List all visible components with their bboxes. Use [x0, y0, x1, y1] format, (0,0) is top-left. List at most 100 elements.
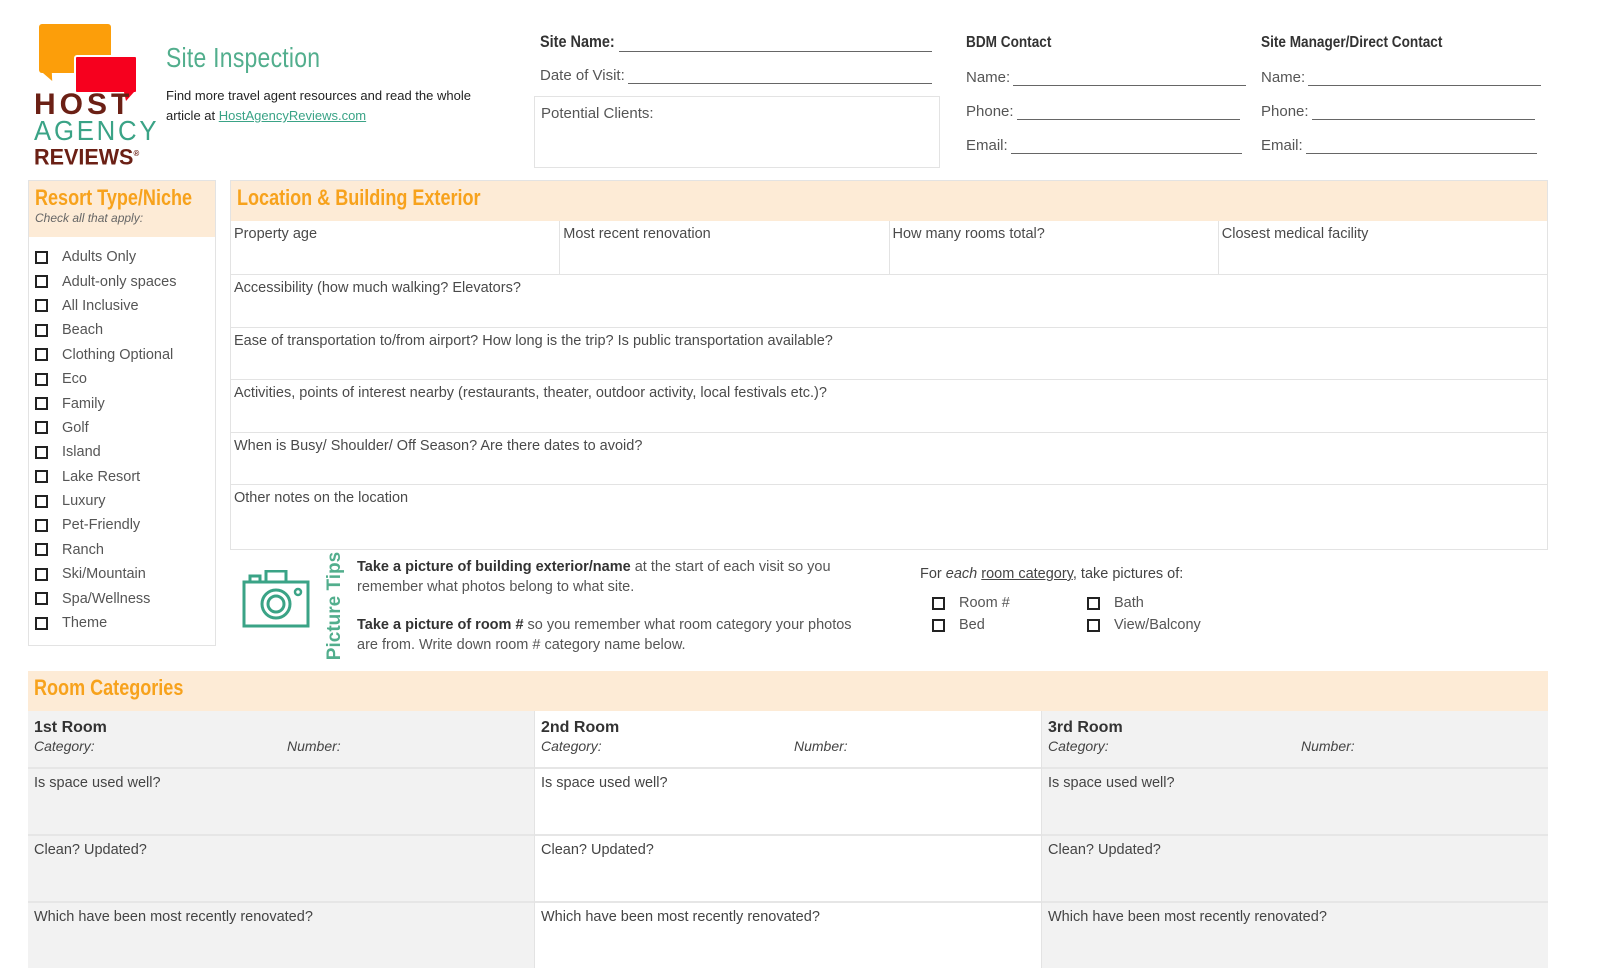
checkbox[interactable]: [35, 592, 48, 606]
resort-option[interactable]: All Inclusive: [35, 294, 215, 318]
resort-option-label: Ranch: [62, 541, 104, 558]
room-question[interactable]: Clean? Updated?: [1042, 834, 1548, 901]
date-of-visit-field[interactable]: Date of Visit:: [540, 67, 932, 84]
resort-option-label: Island: [62, 444, 101, 461]
property-age-cell[interactable]: Property age: [231, 221, 561, 274]
site-manager-contact-title: Site Manager/Direct Contact: [1261, 34, 1443, 51]
checkbox[interactable]: [35, 445, 48, 459]
resort-option[interactable]: Adults Only: [35, 245, 215, 269]
checkbox[interactable]: [35, 250, 48, 264]
resort-option[interactable]: Golf: [35, 416, 215, 440]
resort-option-label: Family: [62, 395, 105, 412]
resort-option[interactable]: Ski/Mountain: [35, 562, 215, 586]
checkbox[interactable]: [35, 421, 48, 435]
room-column: 1st Room Category: Number: Is space used we…: [28, 711, 534, 968]
page-title: Site Inspection: [166, 42, 321, 73]
potential-clients-box[interactable]: Potential Clients:: [534, 96, 940, 168]
number-label: Number:: [287, 738, 341, 754]
bdm-email-field[interactable]: Email:: [966, 137, 1242, 154]
checkbox[interactable]: [35, 275, 48, 289]
resort-option[interactable]: Theme: [35, 611, 215, 635]
bdm-phone-field[interactable]: Phone:: [966, 103, 1240, 120]
room-column: 3rd Room Category: Number: Is space used we…: [1041, 711, 1548, 968]
checkbox[interactable]: [1087, 596, 1100, 610]
checkbox[interactable]: [1087, 618, 1100, 632]
manager-phone-field[interactable]: Phone:: [1261, 103, 1535, 120]
resort-option[interactable]: Clothing Optional: [35, 343, 215, 367]
resort-option-label: Pet-Friendly: [62, 517, 141, 534]
resort-option-label: Clothing Optional: [62, 346, 174, 363]
recent-renovation-cell[interactable]: Most recent renovation: [560, 221, 890, 274]
resort-option[interactable]: Spa/Wellness: [35, 586, 215, 610]
activities-row[interactable]: Activities, points of interest nearby (r…: [231, 379, 1547, 432]
other-notes-row[interactable]: Other notes on the location: [231, 484, 1547, 548]
accessibility-row[interactable]: Accessibility (how much walking? Elevato…: [231, 274, 1547, 327]
checkbox[interactable]: [932, 618, 945, 632]
checkbox[interactable]: [35, 348, 48, 362]
resort-option[interactable]: Island: [35, 440, 215, 464]
room-question[interactable]: Clean? Updated?: [28, 834, 534, 901]
manager-phone-line[interactable]: [1311, 107, 1535, 120]
rooms-total-cell[interactable]: How many rooms total?: [890, 221, 1219, 274]
checkbox[interactable]: [932, 596, 945, 610]
date-of-visit-line[interactable]: [627, 71, 932, 84]
bdm-name-field[interactable]: Name:: [966, 69, 1246, 86]
picture-option[interactable]: View/Balcony: [1087, 616, 1237, 634]
resort-option-label: Adults Only: [62, 249, 137, 266]
checkbox[interactable]: [35, 518, 48, 532]
resort-option[interactable]: Lake Resort: [35, 465, 215, 489]
checkbox[interactable]: [35, 494, 48, 508]
picture-option[interactable]: Bath: [1087, 594, 1237, 612]
room-header[interactable]: 3rd Room Category: Number:: [1042, 711, 1548, 767]
resort-option[interactable]: Luxury: [35, 489, 215, 513]
room-question[interactable]: Is space used well?: [1042, 767, 1548, 834]
site-name-label: Site Name:: [540, 32, 615, 51]
season-row[interactable]: When is Busy/ Shoulder/ Off Season? Are …: [231, 431, 1547, 485]
room-header[interactable]: 2nd Room Category: Number:: [535, 711, 1041, 767]
checkbox[interactable]: [35, 470, 48, 484]
room-question[interactable]: Which have been most recently renovated?: [535, 901, 1041, 968]
room-question[interactable]: Is space used well?: [28, 767, 534, 834]
picture-option[interactable]: Room #: [932, 594, 1087, 612]
tip-room-number: Take a picture of room # so you remember…: [357, 615, 867, 655]
manager-email-field[interactable]: Email:: [1261, 137, 1537, 154]
manager-name-line[interactable]: [1308, 73, 1541, 86]
resort-option[interactable]: Adult-only spaces: [35, 269, 215, 293]
host-agency-reviews-link[interactable]: HostAgencyReviews.com: [219, 108, 366, 123]
checkbox[interactable]: [35, 397, 48, 411]
resort-option[interactable]: Eco: [35, 367, 215, 391]
subtitle: Find more travel agent resources and rea…: [166, 86, 486, 126]
checkbox[interactable]: [35, 323, 48, 337]
resort-option[interactable]: Ranch: [35, 538, 215, 562]
bdm-email-line[interactable]: [1010, 141, 1242, 154]
checkbox[interactable]: [35, 616, 48, 630]
site-name-line[interactable]: [618, 39, 932, 52]
resort-option[interactable]: Family: [35, 391, 215, 415]
medical-facility-cell[interactable]: Closest medical facility: [1219, 221, 1547, 274]
room-picture-checklist: For each room category, take pictures of…: [920, 566, 1237, 634]
resort-option[interactable]: Pet-Friendly: [35, 513, 215, 537]
category-label: Category:: [541, 738, 602, 754]
tip2-bold: Take a picture of room #: [357, 617, 524, 633]
room-question[interactable]: Clean? Updated?: [535, 834, 1041, 901]
checkbox[interactable]: [35, 567, 48, 581]
manager-email-line[interactable]: [1305, 141, 1537, 154]
bdm-name-line[interactable]: [1013, 73, 1246, 86]
bdm-phone-line[interactable]: [1016, 107, 1240, 120]
resort-option[interactable]: Beach: [35, 318, 215, 342]
site-name-field[interactable]: Site Name:: [540, 32, 932, 52]
resort-option-label: All Inclusive: [62, 297, 139, 314]
checkbox[interactable]: [35, 299, 48, 313]
picture-option[interactable]: Bed: [932, 616, 1087, 634]
room-question[interactable]: Is space used well?: [535, 767, 1041, 834]
manager-name-field[interactable]: Name:: [1261, 69, 1541, 86]
resort-option-label: Lake Resort: [62, 468, 141, 485]
resort-option-label: Adult-only spaces: [62, 273, 177, 290]
room-question[interactable]: Which have been most recently renovated?: [1042, 901, 1548, 968]
checkbox[interactable]: [35, 543, 48, 557]
bdm-email-label: Email:: [966, 137, 1008, 154]
checkbox[interactable]: [35, 372, 48, 386]
room-question[interactable]: Which have been most recently renovated?: [28, 901, 534, 968]
room-header[interactable]: 1st Room Category: Number:: [28, 711, 534, 767]
transportation-row[interactable]: Ease of transportation to/from airport? …: [231, 326, 1547, 380]
